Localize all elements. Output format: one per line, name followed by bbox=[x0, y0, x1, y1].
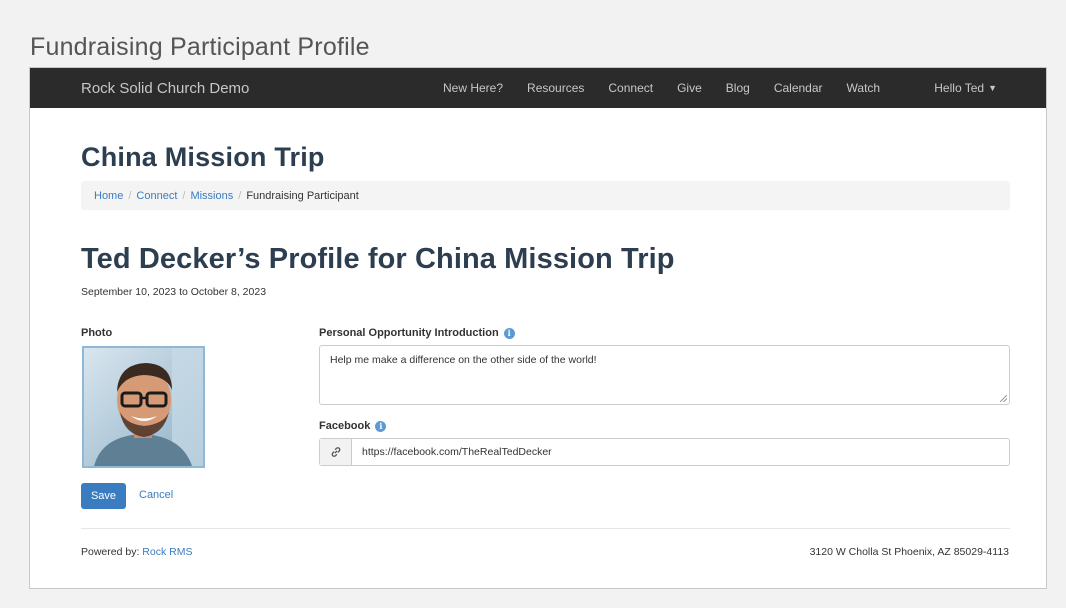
resize-grip-icon[interactable] bbox=[1000, 395, 1007, 402]
breadcrumb-current: Fundraising Participant bbox=[246, 189, 359, 202]
save-button[interactable]: Save bbox=[81, 483, 126, 509]
top-navbar: Rock Solid Church Demo New Here? Resourc… bbox=[30, 68, 1046, 108]
user-menu[interactable]: Hello Ted ▼ bbox=[934, 81, 997, 95]
site-frame: Rock Solid Church Demo New Here? Resourc… bbox=[29, 67, 1047, 589]
brand-link[interactable]: Rock Solid Church Demo bbox=[81, 80, 249, 97]
nav-give[interactable]: Give bbox=[677, 81, 702, 95]
link-icon bbox=[320, 439, 352, 465]
photo-label-text: Photo bbox=[81, 327, 113, 339]
breadcrumb-separator: / bbox=[182, 189, 186, 202]
breadcrumb-separator: / bbox=[128, 189, 132, 202]
breadcrumb-missions[interactable]: Missions bbox=[190, 190, 233, 202]
nav-calendar[interactable]: Calendar bbox=[774, 81, 823, 95]
nav-blog[interactable]: Blog bbox=[726, 81, 750, 95]
date-range: September 10, 2023 to October 8, 2023 bbox=[81, 286, 267, 298]
powered-by-prefix: Powered by: bbox=[81, 546, 143, 558]
nav-new-here[interactable]: New Here? bbox=[443, 81, 503, 95]
caret-down-icon: ▼ bbox=[988, 83, 997, 93]
profile-title: Ted Decker’s Profile for China Mission T… bbox=[81, 243, 675, 275]
footer-divider bbox=[81, 528, 1010, 529]
breadcrumb: Home / Connect / Missions / Fundraising … bbox=[81, 181, 1010, 210]
profile-photo-image bbox=[84, 348, 203, 466]
intro-textarea-value: Help me make a difference on the other s… bbox=[330, 354, 597, 366]
nav-connect[interactable]: Connect bbox=[608, 81, 653, 95]
intro-label: Personal Opportunity Introduction i bbox=[319, 327, 515, 339]
info-icon[interactable]: i bbox=[375, 420, 387, 432]
profile-photo[interactable] bbox=[82, 346, 205, 468]
cancel-button[interactable]: Cancel bbox=[139, 489, 173, 501]
intro-label-text: Personal Opportunity Introduction bbox=[319, 327, 499, 339]
nav-links: New Here? Resources Connect Give Blog Ca… bbox=[443, 68, 904, 108]
page-title: China Mission Trip bbox=[81, 142, 325, 172]
breadcrumb-home[interactable]: Home bbox=[94, 190, 123, 202]
facebook-url-input[interactable]: https://facebook.com/TheRealTedDecker bbox=[352, 439, 1009, 465]
powered-by: Powered by: Rock RMS bbox=[81, 546, 192, 558]
outer-page-title: Fundraising Participant Profile bbox=[30, 33, 370, 61]
photo-label: Photo bbox=[81, 327, 112, 339]
info-icon[interactable]: i bbox=[503, 327, 515, 339]
intro-textarea[interactable]: Help me make a difference on the other s… bbox=[319, 345, 1010, 405]
breadcrumb-connect[interactable]: Connect bbox=[136, 190, 177, 202]
user-menu-label: Hello Ted bbox=[934, 81, 985, 95]
church-address: 3120 W Cholla St Phoenix, AZ 85029-4113 bbox=[809, 546, 1009, 558]
facebook-input-group: https://facebook.com/TheRealTedDecker bbox=[319, 438, 1010, 466]
nav-resources[interactable]: Resources bbox=[527, 81, 584, 95]
rock-rms-link[interactable]: Rock RMS bbox=[142, 546, 192, 558]
facebook-label: Facebook i bbox=[319, 420, 387, 432]
breadcrumb-separator: / bbox=[238, 189, 242, 202]
nav-watch[interactable]: Watch bbox=[847, 81, 881, 95]
facebook-label-text: Facebook bbox=[319, 420, 371, 432]
